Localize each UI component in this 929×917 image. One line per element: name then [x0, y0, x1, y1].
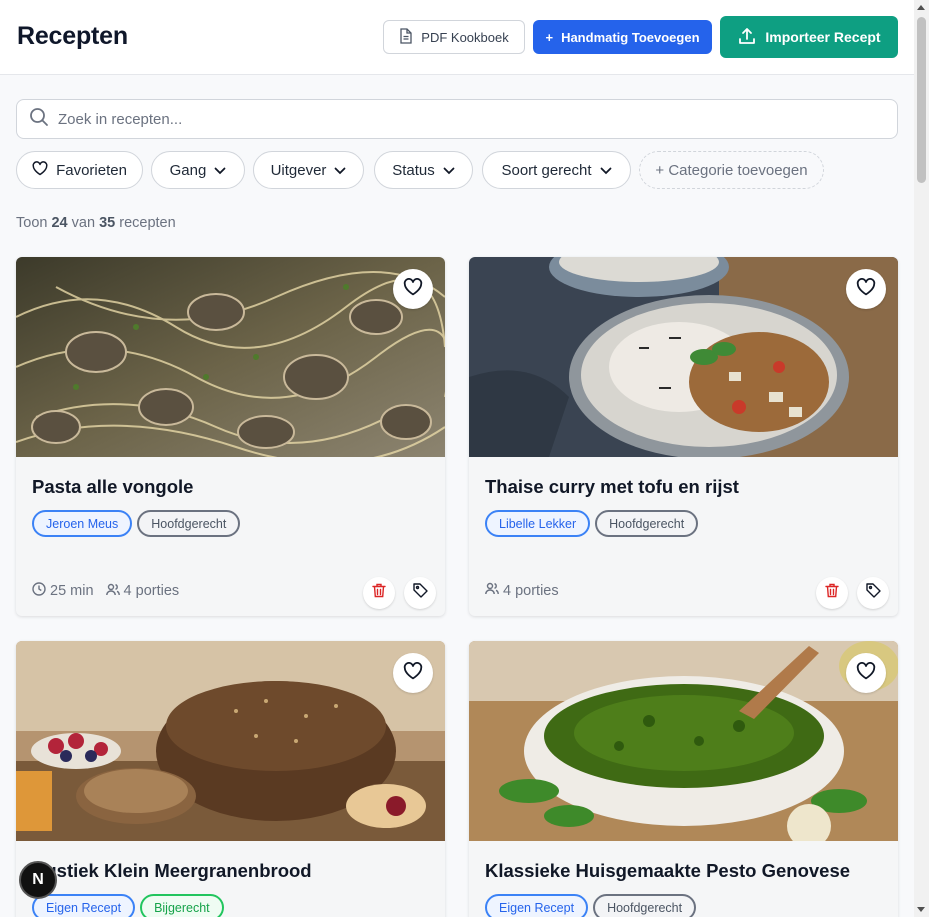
page-header: Recepten PDF Kookboek + Handmatig Toevoe…: [0, 0, 914, 75]
recipe-image: [16, 257, 445, 457]
users-icon: [485, 582, 499, 599]
trash-icon: [825, 583, 839, 603]
favorite-button[interactable]: [393, 269, 433, 309]
heart-icon: [856, 277, 876, 301]
publisher-tag[interactable]: Eigen Recept: [32, 894, 136, 917]
time-value: 25 min: [50, 583, 94, 599]
card-actions: [363, 577, 436, 609]
recipe-meta: 4 porties: [485, 582, 559, 599]
recipe-image: [469, 641, 898, 841]
status-label: Status: [392, 161, 435, 179]
course-label: Gang: [169, 161, 207, 179]
chevron-down-icon: [334, 162, 346, 179]
tag-button[interactable]: [404, 577, 436, 609]
recipe-image: [16, 641, 445, 841]
recipe-title: Thaise curry met tofu en rijst: [485, 476, 739, 497]
publisher-tag[interactable]: Jeroen Meus: [32, 510, 133, 537]
course-filter[interactable]: Gang: [151, 151, 245, 189]
heart-icon: [32, 160, 48, 180]
count-middle: van: [71, 215, 96, 231]
count-shown: 24: [51, 215, 68, 231]
search-icon: [17, 107, 49, 132]
heart-icon: [856, 661, 876, 685]
recipe-title: Klassieke Huisgemaakte Pesto Genovese: [485, 860, 851, 881]
publisher-filter[interactable]: Uitgever: [253, 151, 364, 189]
publisher-tag[interactable]: Libelle Lekker: [485, 510, 591, 537]
scroll-down-icon[interactable]: [917, 907, 925, 912]
add-category-label: + Categorie toevoegen: [655, 161, 808, 179]
count-suffix: recepten: [119, 215, 176, 231]
recipe-card[interactable]: Pasta alle vongole Jeroen Meus Hoofdgere…: [16, 257, 445, 616]
plus-icon: +: [545, 29, 554, 45]
add-manually-label: Handmatig Toevoegen: [561, 29, 700, 45]
document-icon: [399, 27, 413, 47]
import-recipe-button[interactable]: Importeer Recept: [720, 16, 898, 58]
recipe-tags: Libelle Lekker Hoofdgerecht: [485, 510, 699, 537]
publisher-tag[interactable]: Eigen Recept: [485, 894, 589, 917]
delete-button[interactable]: [363, 577, 395, 609]
heart-icon: [403, 277, 423, 301]
page-title: Recepten: [17, 22, 128, 50]
portions-value: 4 porties: [503, 582, 559, 599]
trash-icon: [372, 583, 386, 603]
add-manually-button[interactable]: + Handmatig Toevoegen: [533, 20, 712, 54]
publisher-label: Uitgever: [270, 161, 327, 179]
recipe-card[interactable]: Klassieke Huisgemaakte Pesto Genovese Ei…: [469, 641, 898, 917]
favorites-filter[interactable]: Favorieten: [16, 151, 143, 189]
status-filter[interactable]: Status: [374, 151, 473, 189]
recipe-card[interactable]: Rustiek Klein Meergranenbrood Eigen Rece…: [16, 641, 445, 917]
recipe-title: Rustiek Klein Meergranenbrood: [32, 860, 312, 881]
course-tag[interactable]: Hoofdgerecht: [595, 510, 699, 537]
pdf-cookbook-label: PDF Kookboek: [421, 29, 509, 45]
add-category-button[interactable]: + Categorie toevoegen: [639, 151, 824, 189]
count-total: 35: [99, 215, 116, 231]
chevron-down-icon: [214, 162, 226, 179]
favorites-label: Favorieten: [56, 161, 127, 179]
course-tag[interactable]: Bijgerecht: [140, 894, 224, 917]
chevron-down-icon: [443, 162, 455, 179]
recipe-title: Pasta alle vongole: [32, 476, 194, 497]
upload-icon: [737, 26, 757, 49]
scroll-thumb[interactable]: [917, 17, 926, 183]
tag-button[interactable]: [857, 577, 889, 609]
card-actions: [816, 577, 889, 609]
recipe-tags: Jeroen Meus Hoofdgerecht: [32, 510, 241, 537]
search-bar: [16, 99, 898, 139]
results-count: Toon 24 van 35 recepten: [16, 215, 176, 231]
dish-type-filter[interactable]: Soort gerecht: [482, 151, 631, 189]
pdf-cookbook-button[interactable]: PDF Kookboek: [383, 20, 525, 54]
recipe-tags: Eigen Recept Bijgerecht: [32, 894, 224, 917]
count-prefix: Toon: [16, 215, 48, 231]
favorite-button[interactable]: [846, 653, 886, 693]
chevron-down-icon: [600, 162, 612, 179]
dish-type-label: Soort gerecht: [501, 161, 592, 179]
clock-icon: [32, 582, 46, 600]
import-recipe-label: Importeer Recept: [765, 29, 881, 45]
course-tag[interactable]: Hoofdgerecht: [137, 510, 241, 537]
portions-value: 4 porties: [123, 583, 180, 599]
time-info: 25 min: [32, 582, 94, 600]
portions-info: 4 porties: [485, 582, 559, 599]
users-icon: [105, 583, 120, 600]
recipe-tags: Eigen Recept Hoofdgerecht: [485, 894, 697, 917]
heart-icon: [403, 661, 423, 685]
delete-button[interactable]: [816, 577, 848, 609]
course-tag[interactable]: Hoofdgerecht: [593, 894, 697, 917]
dev-tools-badge[interactable]: N: [19, 861, 57, 899]
recipe-card[interactable]: Thaise curry met tofu en rijst Libelle L…: [469, 257, 898, 616]
search-input[interactable]: [58, 110, 858, 128]
tag-icon: [865, 583, 881, 603]
tag-icon: [412, 583, 428, 603]
favorite-button[interactable]: [846, 269, 886, 309]
recipe-image: [469, 257, 898, 457]
page-scrollbar[interactable]: [914, 0, 929, 917]
portions-info: 4 porties: [105, 583, 180, 600]
recipe-meta: 25 min 4 porties: [32, 582, 179, 600]
scroll-up-icon[interactable]: [917, 5, 925, 10]
favorite-button[interactable]: [393, 653, 433, 693]
